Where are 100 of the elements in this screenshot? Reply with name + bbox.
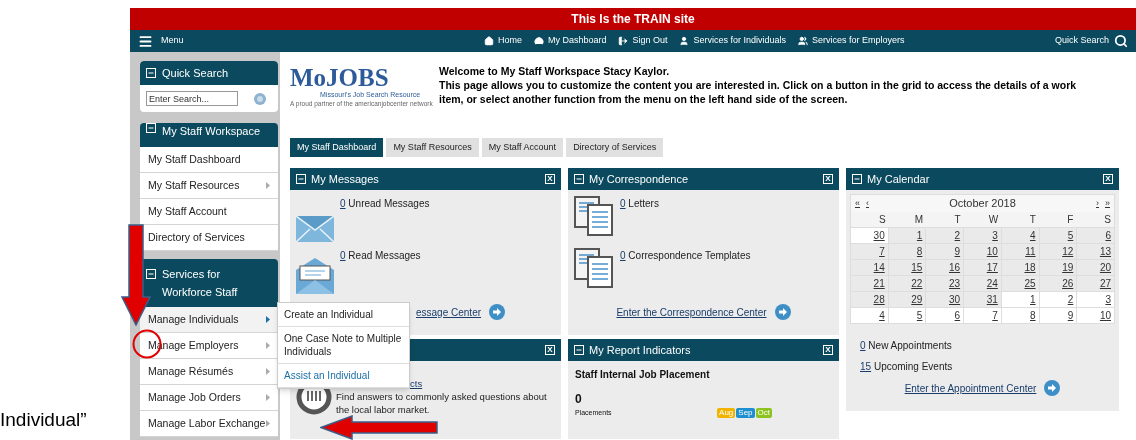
sidebar-item[interactable]: My Staff Resources bbox=[140, 173, 278, 199]
close-button[interactable]: X bbox=[545, 345, 555, 355]
month-badge: Oct bbox=[755, 408, 772, 419]
close-button[interactable]: X bbox=[545, 174, 555, 184]
message-center-link[interactable]: essage Center bbox=[416, 304, 482, 320]
tab[interactable]: My Staff Resources bbox=[386, 138, 479, 157]
close-button[interactable]: X bbox=[823, 174, 833, 184]
submenu-item[interactable]: One Case Note to Multiple Individuals bbox=[278, 327, 409, 364]
calendar-day[interactable]: 25 bbox=[1001, 276, 1039, 291]
documents-icon bbox=[574, 248, 614, 288]
sidebar-item[interactable]: Manage Labor Exchange bbox=[140, 411, 278, 437]
sidebar-item[interactable]: Manage Job Orders bbox=[140, 385, 278, 411]
calendar-day[interactable]: 11 bbox=[1001, 244, 1039, 259]
quick-search-button[interactable]: Quick Search bbox=[1054, 34, 1128, 48]
tab[interactable]: Directory of Services bbox=[566, 138, 664, 157]
calendar-day[interactable]: 3 bbox=[1077, 292, 1114, 307]
calendar-day[interactable]: 28 bbox=[851, 292, 888, 307]
calendar-day[interactable]: 29 bbox=[888, 292, 926, 307]
calendar-day[interactable]: 2 bbox=[1039, 292, 1077, 307]
nav-link[interactable]: My Dashboard bbox=[533, 34, 607, 48]
calendar-day[interactable]: 30 bbox=[926, 292, 964, 307]
calendar-day[interactable]: 4 bbox=[1001, 228, 1039, 243]
calendar-day[interactable]: 8 bbox=[1001, 308, 1039, 323]
month-badge: Aug bbox=[717, 408, 736, 419]
calendar-day[interactable]: 8 bbox=[888, 244, 926, 259]
calendar-day[interactable]: 6 bbox=[926, 308, 964, 323]
calendar-day[interactable]: 16 bbox=[926, 260, 964, 275]
nav-link[interactable]: Sign Out bbox=[618, 34, 668, 48]
calendar-day[interactable]: 6 bbox=[1077, 228, 1114, 243]
calendar-day[interactable]: 23 bbox=[926, 276, 964, 291]
nav-link[interactable]: Services for Individuals bbox=[679, 34, 787, 48]
count-link[interactable]: 0 bbox=[620, 250, 626, 261]
calendar-day[interactable]: 9 bbox=[1039, 308, 1077, 323]
count-link[interactable]: 0 bbox=[340, 198, 346, 209]
previous-month-button[interactable]: ‹ bbox=[866, 196, 869, 211]
close-button[interactable]: X bbox=[823, 345, 833, 355]
calendar-day[interactable]: 19 bbox=[1039, 260, 1077, 275]
collapse-icon[interactable] bbox=[296, 174, 306, 184]
calendar-day[interactable]: 10 bbox=[964, 244, 1001, 259]
weekday-label: T bbox=[1028, 213, 1037, 227]
section-title: My Staff Workspace bbox=[162, 124, 261, 139]
collapse-icon[interactable] bbox=[574, 174, 584, 184]
calendar-day[interactable]: 15 bbox=[888, 260, 926, 275]
search-field[interactable]: Enter Search... bbox=[146, 91, 238, 106]
appointment-center-link[interactable]: Enter the Appointment Center bbox=[904, 380, 1037, 396]
correspondence-center-link[interactable]: Enter the Correspondence Center bbox=[616, 304, 767, 320]
calendar-day[interactable]: 3 bbox=[964, 228, 1001, 243]
nav-link[interactable]: Home bbox=[483, 34, 522, 48]
calendar-day[interactable]: 12 bbox=[1039, 244, 1077, 259]
collapse-icon[interactable] bbox=[146, 68, 156, 78]
item-label: Read Messages bbox=[348, 250, 421, 261]
calendar-day[interactable]: 10 bbox=[1077, 308, 1114, 323]
calendar-day[interactable]: 5 bbox=[888, 308, 926, 323]
collapse-icon[interactable] bbox=[146, 123, 156, 133]
calendar-day[interactable]: 13 bbox=[1077, 244, 1114, 259]
calendar-day[interactable]: 14 bbox=[851, 260, 888, 275]
weekday-label: S bbox=[1103, 213, 1112, 227]
previous-year-button[interactable]: « bbox=[855, 196, 860, 211]
calendar-day[interactable]: 5 bbox=[1039, 228, 1077, 243]
next-month-button[interactable]: › bbox=[1096, 196, 1099, 211]
sidebar-item[interactable]: My Staff Account bbox=[140, 199, 278, 225]
collapse-icon[interactable] bbox=[574, 345, 584, 355]
calendar-day[interactable]: 26 bbox=[1039, 276, 1077, 291]
collapse-icon[interactable] bbox=[146, 269, 156, 279]
calendar-day[interactable]: 9 bbox=[926, 244, 964, 259]
menu-button[interactable]: Menu bbox=[138, 33, 184, 49]
calendar-day[interactable]: 17 bbox=[964, 260, 1001, 275]
calendar-day[interactable]: 4 bbox=[851, 308, 888, 323]
calendar-day[interactable]: 1 bbox=[888, 228, 926, 243]
sidebar-item[interactable]: Manage Résumés bbox=[140, 359, 278, 385]
submenu-item[interactable]: Create an Individual bbox=[278, 303, 409, 327]
sidebar-item[interactable]: Manage Individuals bbox=[140, 307, 278, 333]
calendar-day[interactable]: 30 bbox=[851, 228, 888, 243]
tab[interactable]: My Staff Account bbox=[481, 138, 564, 157]
calendar-day[interactable]: 24 bbox=[964, 276, 1001, 291]
submenu-item[interactable]: Assist an Individual bbox=[278, 364, 409, 388]
calendar-day[interactable]: 22 bbox=[888, 276, 926, 291]
sidebar-item[interactable]: My Staff Dashboard bbox=[140, 147, 278, 173]
count-link[interactable]: 0 bbox=[340, 250, 346, 261]
weekday-label: S bbox=[877, 213, 887, 227]
next-year-button[interactable]: » bbox=[1105, 196, 1110, 211]
nav-link[interactable]: Services for Employers bbox=[798, 34, 905, 48]
count-link[interactable]: 0 bbox=[860, 340, 866, 351]
count-link[interactable]: 0 bbox=[620, 198, 626, 209]
calendar-day[interactable]: 7 bbox=[964, 308, 1001, 323]
item-label: Unread Messages bbox=[348, 198, 430, 209]
calendar-day[interactable]: 7 bbox=[851, 244, 888, 259]
calendar-day[interactable]: 21 bbox=[851, 276, 888, 291]
collapse-icon[interactable] bbox=[852, 174, 862, 184]
calendar-day[interactable]: 20 bbox=[1077, 260, 1114, 275]
calendar-day[interactable]: 2 bbox=[926, 228, 964, 243]
calendar-day[interactable]: 27 bbox=[1077, 276, 1114, 291]
calendar-day[interactable]: 31 bbox=[964, 292, 1001, 307]
count-link[interactable]: 15 bbox=[860, 361, 872, 372]
welcome-title: Welcome to My Staff Workspace Stacy Kaylor. bbox=[439, 64, 671, 78]
tab[interactable]: My Staff Dashboard bbox=[290, 138, 384, 157]
close-button[interactable]: X bbox=[1103, 174, 1113, 184]
calendar-day[interactable]: 18 bbox=[1001, 260, 1039, 275]
labor-market-link[interactable]: cts bbox=[410, 377, 423, 390]
calendar-day[interactable]: 1 bbox=[1001, 292, 1039, 307]
